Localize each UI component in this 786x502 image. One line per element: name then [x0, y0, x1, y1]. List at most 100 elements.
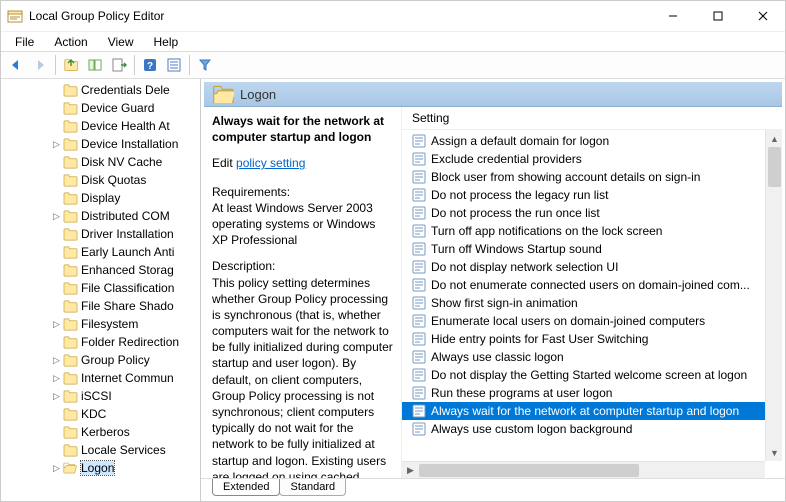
- toolbar: ?: [1, 51, 785, 79]
- scroll-thumb[interactable]: [768, 147, 781, 187]
- expand-icon[interactable]: ▷: [51, 463, 62, 474]
- expand-icon[interactable]: ▷: [51, 391, 62, 402]
- scroll-down-arrow[interactable]: ▼: [766, 444, 782, 461]
- setting-row[interactable]: Run these programs at user logon: [402, 384, 765, 402]
- show-hide-tree-button[interactable]: [84, 54, 106, 76]
- setting-label: Run these programs at user logon: [431, 386, 612, 400]
- close-button[interactable]: [740, 1, 785, 31]
- scroll-right-arrow[interactable]: ▶: [402, 462, 419, 479]
- tree-item-label: Internet Commun: [81, 371, 174, 385]
- policy-setting-icon: [412, 404, 426, 418]
- export-list-button[interactable]: [108, 54, 130, 76]
- right-pane: Logon Always wait for the network at com…: [201, 79, 785, 501]
- tree-item[interactable]: Credentials Dele: [3, 81, 200, 99]
- tree-item[interactable]: File Classification: [3, 279, 200, 297]
- tree-item[interactable]: ▷Device Installation: [3, 135, 200, 153]
- tree-item[interactable]: Disk Quotas: [3, 171, 200, 189]
- tree-item[interactable]: Enhanced Storag: [3, 261, 200, 279]
- setting-row[interactable]: Do not display the Getting Started welco…: [402, 366, 765, 384]
- expand-icon[interactable]: ▷: [51, 355, 62, 366]
- setting-row[interactable]: Do not process the legacy run list: [402, 186, 765, 204]
- settings-list[interactable]: Assign a default domain for logon Exclude…: [402, 130, 765, 461]
- expand-icon[interactable]: ▷: [51, 139, 62, 150]
- folder-icon: [63, 156, 78, 169]
- setting-row[interactable]: Assign a default domain for logon: [402, 132, 765, 150]
- maximize-button[interactable]: [695, 1, 740, 31]
- tree-item[interactable]: Device Health At: [3, 117, 200, 135]
- setting-row[interactable]: Turn off app notifications on the lock s…: [402, 222, 765, 240]
- up-button[interactable]: [60, 54, 82, 76]
- expand-icon[interactable]: ▷: [51, 319, 62, 330]
- setting-label: Do not enumerate connected users on doma…: [431, 278, 750, 292]
- edit-policy-link[interactable]: policy setting: [236, 155, 305, 171]
- filter-button[interactable]: [194, 54, 216, 76]
- setting-row[interactable]: Always wait for the network at computer …: [402, 402, 765, 420]
- setting-label: Always use custom logon background: [431, 422, 632, 436]
- policy-setting-icon: [412, 296, 426, 310]
- vertical-scrollbar[interactable]: ▲ ▼: [765, 130, 782, 461]
- tree-item-label: Group Policy: [81, 353, 150, 367]
- tree-item[interactable]: Kerberos: [3, 423, 200, 441]
- tree-item[interactable]: KDC: [3, 405, 200, 423]
- tree-item-label: Disk Quotas: [81, 173, 146, 187]
- setting-row[interactable]: Hide entry points for Fast User Switchin…: [402, 330, 765, 348]
- policy-setting-icon: [412, 350, 426, 364]
- settings-column-header[interactable]: Setting: [402, 107, 782, 130]
- folder-icon: [63, 210, 78, 223]
- tree-item[interactable]: Device Guard: [3, 99, 200, 117]
- folder-icon: [63, 228, 78, 241]
- tree-pane[interactable]: Credentials DeleDevice GuardDevice Healt…: [1, 79, 201, 501]
- menu-view[interactable]: View: [98, 33, 144, 51]
- tree-item[interactable]: ▷ Internet Commun: [3, 369, 200, 387]
- expand-icon[interactable]: ▷: [51, 211, 62, 222]
- setting-row[interactable]: Do not enumerate connected users on doma…: [402, 276, 765, 294]
- policy-setting-icon: [412, 368, 426, 382]
- tree-item[interactable]: File Share Shado: [3, 297, 200, 315]
- setting-label: Assign a default domain for logon: [431, 134, 609, 148]
- scroll-up-arrow[interactable]: ▲: [766, 130, 782, 147]
- back-button[interactable]: [5, 54, 27, 76]
- menu-file[interactable]: File: [5, 33, 44, 51]
- setting-row[interactable]: Enumerate local users on domain-joined c…: [402, 312, 765, 330]
- folder-icon: [63, 444, 78, 457]
- setting-row[interactable]: Always use classic logon: [402, 348, 765, 366]
- tree-item-label: Kerberos: [81, 425, 130, 439]
- folder-icon: [63, 120, 78, 133]
- tree-item[interactable]: Display: [3, 189, 200, 207]
- setting-row[interactable]: Turn off Windows Startup sound: [402, 240, 765, 258]
- tree-item-label: Display: [81, 191, 120, 205]
- policy-setting-icon: [412, 242, 426, 256]
- minimize-button[interactable]: [650, 1, 695, 31]
- tree-item-label: File Share Shado: [81, 299, 174, 313]
- menu-action[interactable]: Action: [44, 33, 97, 51]
- setting-row[interactable]: Block user from showing account details …: [402, 168, 765, 186]
- toolbar-separator: [55, 55, 56, 75]
- setting-row[interactable]: Always use custom logon background: [402, 420, 765, 438]
- tree-item[interactable]: Folder Redirection: [3, 333, 200, 351]
- tree-item[interactable]: Locale Services: [3, 441, 200, 459]
- tree-item[interactable]: ▷Filesystem: [3, 315, 200, 333]
- setting-row[interactable]: Show first sign-in animation: [402, 294, 765, 312]
- tree-item[interactable]: ▷Logon: [3, 459, 200, 477]
- setting-row[interactable]: Do not display network selection UI: [402, 258, 765, 276]
- tab-standard[interactable]: Standard: [279, 479, 346, 496]
- hscroll-thumb[interactable]: [419, 464, 639, 477]
- expand-icon[interactable]: ▷: [51, 373, 62, 384]
- selected-setting-title: Always wait for the network at computer …: [212, 113, 393, 145]
- forward-button[interactable]: [29, 54, 51, 76]
- tree-item[interactable]: ▷Distributed COM: [3, 207, 200, 225]
- tree-item[interactable]: Driver Installation: [3, 225, 200, 243]
- help-button[interactable]: ?: [139, 54, 161, 76]
- tree-item[interactable]: Early Launch Anti: [3, 243, 200, 261]
- setting-row[interactable]: Do not process the run once list: [402, 204, 765, 222]
- horizontal-scrollbar[interactable]: ◀ ▶: [402, 461, 765, 478]
- toolbar-separator: [189, 55, 190, 75]
- tree-item[interactable]: ▷iSCSI: [3, 387, 200, 405]
- tree-item[interactable]: ▷ Group Policy: [3, 351, 200, 369]
- description-text: This policy setting determines whether G…: [212, 276, 393, 479]
- setting-row[interactable]: Exclude credential providers: [402, 150, 765, 168]
- tree-item[interactable]: Disk NV Cache: [3, 153, 200, 171]
- tab-extended[interactable]: Extended: [212, 479, 280, 496]
- refresh-button[interactable]: [163, 54, 185, 76]
- menu-help[interactable]: Help: [144, 33, 189, 51]
